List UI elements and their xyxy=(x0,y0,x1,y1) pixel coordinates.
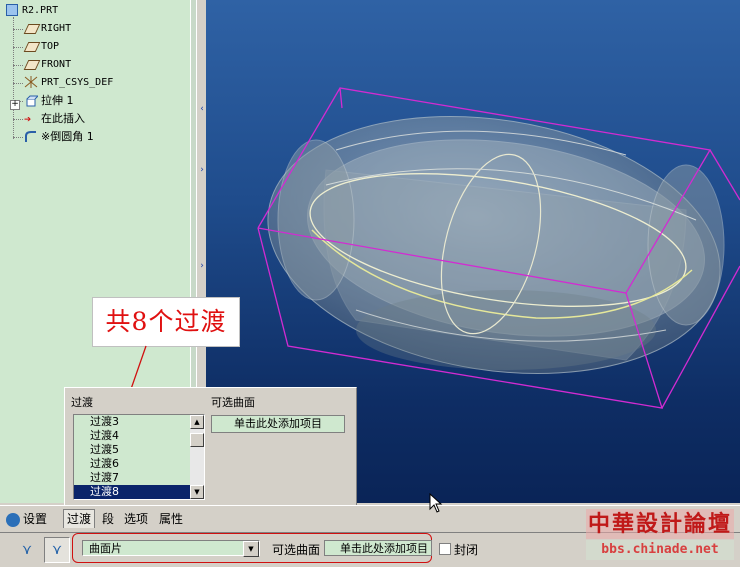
tree-item-extrude[interactable]: 拉伸 1 xyxy=(24,93,74,109)
transition-item[interactable]: 过渡4 xyxy=(74,429,204,443)
tree-item-front[interactable]: FRONT xyxy=(23,57,72,73)
expand-right-icon[interactable]: › xyxy=(198,166,206,175)
mouse-cursor-icon xyxy=(429,493,443,513)
transition-item[interactable]: 过渡5 xyxy=(74,443,204,457)
tree-item-right[interactable]: RIGHT xyxy=(23,21,72,37)
tree-item-label: TOP xyxy=(41,41,60,52)
transition-type-select[interactable]: 曲面片 ▼ xyxy=(82,540,260,557)
tab-settings[interactable]: 设置 xyxy=(6,510,47,528)
watermark-title: 中華設計論壇 xyxy=(586,509,734,539)
set-mode-icon[interactable]: ⋎ xyxy=(44,537,70,563)
transition-item[interactable]: 过渡3 xyxy=(74,415,204,429)
tab-label: 设置 xyxy=(23,512,48,526)
scroll-thumb[interactable] xyxy=(190,433,204,447)
list-scrollbar[interactable]: ▲ ▼ xyxy=(190,415,204,499)
tab-label: 选项 xyxy=(124,512,149,526)
watermark-url: bbs.chinade.net xyxy=(586,540,734,560)
extrude-icon xyxy=(24,95,40,107)
tree-root[interactable]: R2.PRT xyxy=(6,3,58,19)
collapse-left-icon[interactable]: ‹ xyxy=(198,105,206,114)
settings-icon xyxy=(6,512,20,527)
tab-label: 过渡 xyxy=(67,512,92,526)
tab-properties[interactable]: 属性 xyxy=(159,510,183,528)
watermark: 中華設計論壇 bbs.chinade.net xyxy=(584,507,736,563)
scroll-up-icon[interactable]: ▲ xyxy=(190,415,204,429)
annotation-callout: 共8个过渡 xyxy=(92,297,240,347)
close-checkbox[interactable] xyxy=(439,543,451,555)
transition-item[interactable]: 过渡7 xyxy=(74,471,204,485)
tab-options[interactable]: 选项 xyxy=(124,510,148,528)
transitions-panel: 过渡 可选曲面 过渡3 过渡4 过渡5 过渡6 过渡7 过渡8 ▲ ▼ 单击此处… xyxy=(64,387,357,507)
csys-icon xyxy=(24,76,38,88)
transition-mode-icon[interactable]: ⋎ xyxy=(14,537,40,563)
tab-label: 属性 xyxy=(159,512,184,526)
optional-surfaces-field[interactable]: 单击此处添加项目 xyxy=(324,540,432,556)
tree-item-label: FRONT xyxy=(41,59,72,70)
chevron-down-icon[interactable]: ▼ xyxy=(243,541,259,557)
transition-item[interactable]: 过渡6 xyxy=(74,457,204,471)
transition-type-value: 曲面片 xyxy=(89,542,122,555)
transitions-list[interactable]: 过渡3 过渡4 过渡5 过渡6 过渡7 过渡8 ▲ ▼ xyxy=(73,414,205,500)
part-icon xyxy=(6,4,18,16)
tree-item-label: PRT_CSYS_DEF xyxy=(41,77,114,88)
round-icon xyxy=(24,131,38,143)
tab-segments[interactable]: 段 xyxy=(102,510,114,528)
datum-plane-icon xyxy=(23,58,41,70)
optional-surfaces-label: 可选曲面 xyxy=(272,543,321,557)
optional-surfaces-collector[interactable]: 单击此处添加项目 xyxy=(211,415,345,433)
tree-item-label: RIGHT xyxy=(41,23,72,34)
tree-item-top[interactable]: TOP xyxy=(23,39,60,55)
transitions-title: 过渡 xyxy=(71,396,93,409)
datum-plane-icon xyxy=(23,22,41,34)
tree-item-label: ※倒圆角 1 xyxy=(41,130,94,143)
optional-surfaces-title: 可选曲面 xyxy=(211,396,255,409)
tree-root-label: R2.PRT xyxy=(22,5,59,16)
tree-item-csys[interactable]: PRT_CSYS_DEF xyxy=(24,75,113,91)
tree-item-round[interactable]: ※倒圆角 1 xyxy=(24,129,94,145)
tree-item-label: 拉伸 1 xyxy=(41,94,74,107)
tab-transitions[interactable]: 过渡 xyxy=(63,509,96,528)
insert-arrow-icon: ➔ xyxy=(24,112,32,126)
expand-toggle[interactable]: + xyxy=(10,100,20,110)
datum-plane-icon xyxy=(23,40,41,52)
scroll-down-icon[interactable]: ▼ xyxy=(190,485,204,499)
tree-item-insert-here[interactable]: ➔ 在此插入 xyxy=(24,111,85,127)
close-checkbox-label: 封闭 xyxy=(454,543,479,557)
tree-item-label: 在此插入 xyxy=(41,112,85,125)
transition-item-selected[interactable]: 过渡8 xyxy=(74,485,204,499)
tab-label: 段 xyxy=(102,512,115,526)
expand-right-icon[interactable]: › xyxy=(198,262,206,271)
